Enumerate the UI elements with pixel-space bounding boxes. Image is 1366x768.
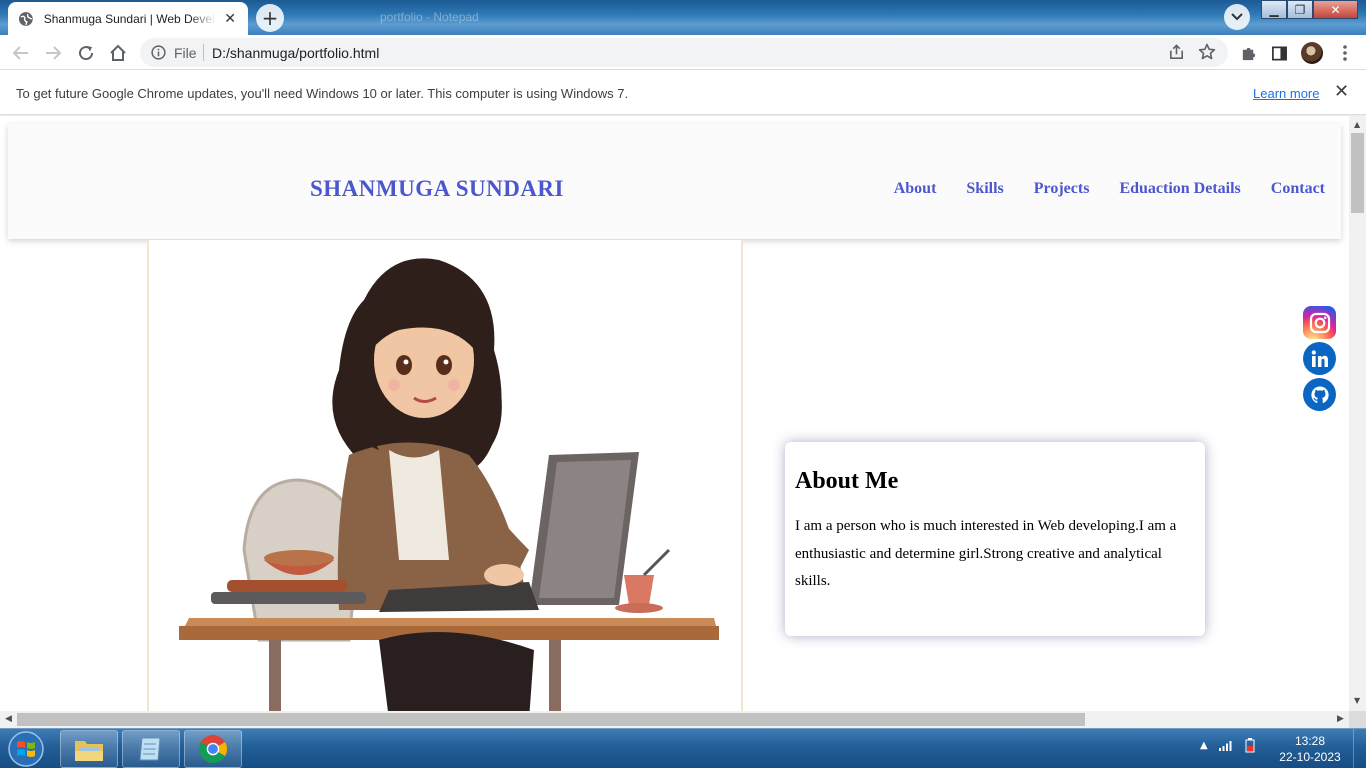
browser-toolbar: File D:/shanmuga/portfolio.html <box>0 35 1366 70</box>
horizontal-scrollbar[interactable]: ◀ ▶ <box>0 711 1349 728</box>
site-header: SHANMUGA SUNDARI About Skills Projects E… <box>8 124 1341 239</box>
taskbar-notepad[interactable] <box>122 730 180 768</box>
kebab-menu-icon <box>1343 45 1347 61</box>
forward-button[interactable] <box>42 42 64 64</box>
tab-title: Shanmuga Sundari | Web Developer <box>43 11 217 26</box>
about-text: I am a person who is much interested in … <box>795 518 1177 589</box>
extensions-button[interactable] <box>1237 42 1259 64</box>
page-viewport: SHANMUGA SUNDARI About Skills Projects E… <box>0 116 1349 711</box>
reload-icon <box>79 46 94 61</box>
windows-logo-icon <box>8 731 44 767</box>
tab-close-icon[interactable]: ✕ <box>222 11 238 27</box>
update-infobar: To get future Google Chrome updates, you… <box>0 71 1366 115</box>
puzzle-icon <box>1242 47 1255 60</box>
linkedin-link[interactable] <box>1303 342 1336 375</box>
scroll-down-arrow-icon[interactable]: ▼ <box>1354 696 1360 705</box>
linkedin-icon <box>1311 349 1328 367</box>
back-button[interactable] <box>10 42 32 64</box>
taskbar-clock[interactable]: 13:28 22-10-2023 <box>1270 733 1350 765</box>
omnibox-separator <box>203 44 204 61</box>
share-icon[interactable] <box>1168 44 1185 61</box>
nav-projects[interactable]: Projects <box>1034 180 1090 198</box>
learn-more-link[interactable]: Learn more <box>1253 86 1319 101</box>
site-brand[interactable]: SHANMUGA SUNDARI <box>310 176 564 202</box>
maximize-button[interactable]: ❐ <box>1287 0 1313 19</box>
github-icon <box>1310 385 1329 403</box>
profile-illustration <box>147 240 743 711</box>
file-explorer-icon <box>75 741 103 761</box>
infobar-close-icon[interactable]: ✕ <box>1334 81 1349 102</box>
close-window-button[interactable]: ✕ <box>1313 0 1358 19</box>
scheme-label: File <box>174 45 197 61</box>
profile-avatar[interactable] <box>1301 42 1323 64</box>
menu-button[interactable] <box>1334 42 1356 64</box>
side-panel-button[interactable] <box>1268 42 1290 64</box>
instagram-link[interactable] <box>1303 306 1336 339</box>
minimize-button[interactable]: ▁ <box>1261 0 1287 19</box>
power-icon[interactable] <box>1244 737 1256 753</box>
url-text[interactable]: D:/shanmuga/portfolio.html <box>212 45 379 61</box>
scroll-up-arrow-icon[interactable]: ▲ <box>1354 120 1360 129</box>
nav-education[interactable]: Eduaction Details <box>1119 180 1240 198</box>
clock-date: 22-10-2023 <box>1279 750 1341 764</box>
home-icon <box>110 44 126 61</box>
taskbar-chrome[interactable] <box>184 730 242 768</box>
start-button[interactable] <box>3 730 49 768</box>
nav-about[interactable]: About <box>894 180 937 198</box>
home-button[interactable] <box>107 42 129 64</box>
site-nav: About Skills Projects Eduaction Details … <box>894 180 1325 198</box>
windows-taskbar: ▲ 13:28 22-10-2023 <box>0 728 1366 768</box>
tab-search-button[interactable] <box>1224 4 1250 30</box>
chrome-icon <box>199 735 227 763</box>
network-signal-icon[interactable] <box>1218 738 1234 752</box>
tab-strip: Shanmuga Sundari | Web Developer ✕ + por… <box>0 0 1366 35</box>
globe-icon <box>18 11 33 26</box>
nav-skills[interactable]: Skills <box>966 180 1003 198</box>
about-card: About Me I am a person who is much inter… <box>785 442 1205 636</box>
bookmark-star-icon[interactable] <box>1198 43 1216 61</box>
about-heading: About Me <box>795 468 899 494</box>
system-tray: ▲ <box>1200 737 1256 753</box>
notepad-icon <box>139 737 161 761</box>
instagram-icon <box>1309 312 1330 333</box>
arrow-right-icon <box>46 46 62 60</box>
infobar-message: To get future Google Chrome updates, you… <box>16 86 629 101</box>
clock-time: 13:28 <box>1294 734 1326 748</box>
nav-contact[interactable]: Contact <box>1271 180 1325 198</box>
chevron-down-icon <box>1231 13 1243 21</box>
horizontal-scroll-thumb[interactable] <box>17 713 1085 726</box>
taskbar-explorer[interactable] <box>60 730 118 768</box>
info-icon[interactable] <box>151 45 166 60</box>
reload-button[interactable] <box>75 42 97 64</box>
girl-with-laptop-illustration <box>179 258 719 711</box>
arrow-left-icon <box>12 46 28 60</box>
side-panel-icon <box>1271 46 1287 60</box>
scroll-left-arrow-icon[interactable]: ◀ <box>5 714 12 724</box>
show-desktop-button[interactable] <box>1353 729 1366 768</box>
tray-expand-icon[interactable]: ▲ <box>1200 740 1208 751</box>
vertical-scrollbar[interactable]: ▲ ▼ <box>1349 116 1366 711</box>
scrollbar-corner <box>1349 711 1366 728</box>
vertical-scroll-thumb[interactable] <box>1351 133 1364 213</box>
window-controls: ▁ ❐ ✕ <box>1261 0 1358 20</box>
address-bar[interactable]: File D:/shanmuga/portfolio.html <box>140 38 1228 67</box>
scroll-right-arrow-icon[interactable]: ▶ <box>1337 714 1344 724</box>
github-link[interactable] <box>1303 378 1336 411</box>
new-tab-button[interactable]: + <box>256 4 284 32</box>
background-window-title: portfolio - Notepad <box>380 10 479 24</box>
browser-tab[interactable]: Shanmuga Sundari | Web Developer ✕ <box>8 2 248 35</box>
